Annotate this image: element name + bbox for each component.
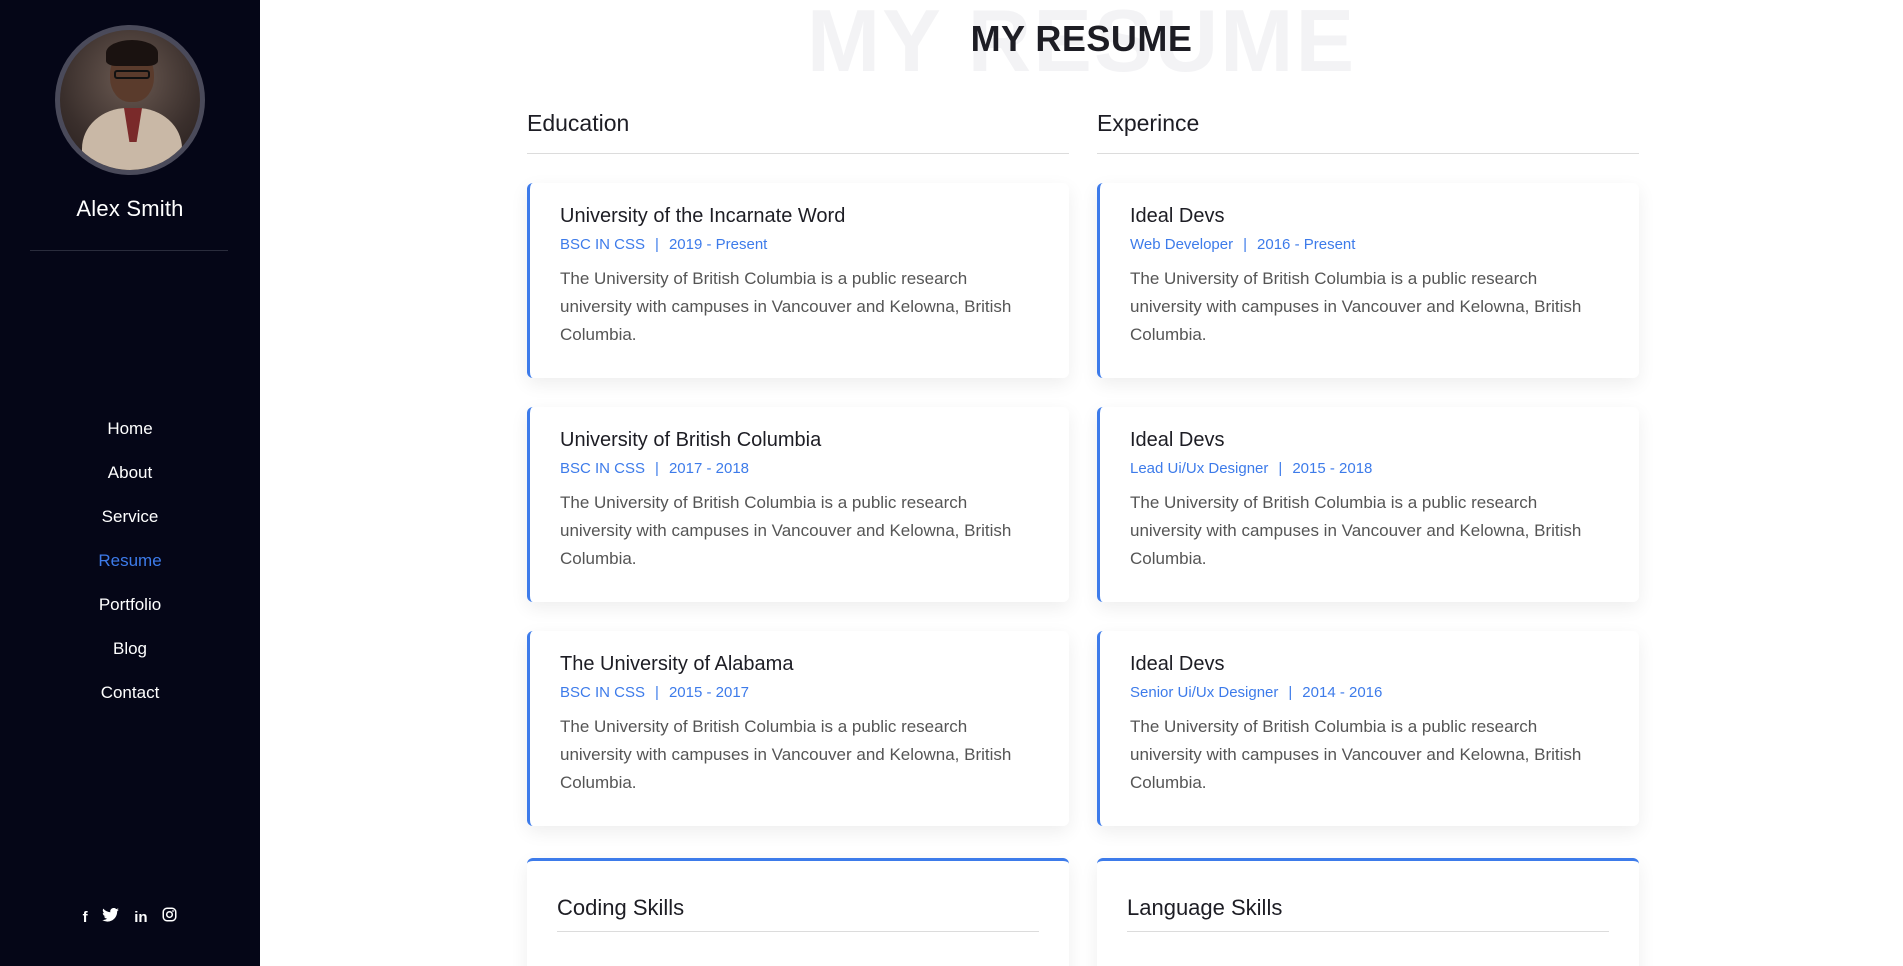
experience-meta: Lead Ui/Ux Designer | 2015 - 2018 [1130,460,1373,477]
experience-role: Web Developer [1130,236,1234,253]
language-skills-divider [1127,931,1609,932]
coding-skills-card: Coding Skills [527,858,1069,966]
instagram-icon[interactable] [162,907,177,926]
education-description: The University of British Columbia is a … [560,269,1012,344]
nav-item-about[interactable]: About [0,459,260,503]
education-title: The University of Alabama [560,653,794,675]
experience-meta: Web Developer | 2016 - Present [1130,236,1356,253]
experience-description: The University of British Columbia is a … [1130,717,1582,792]
profile-name: Alex Smith [76,196,184,221]
sidebar-divider [30,250,228,251]
experience-years: 2014 - 2016 [1302,684,1383,701]
page-title: MY RESUME [970,18,1193,59]
main-content: MY RESUME MY RESUME Education University… [260,0,1903,966]
experience-role: Senior Ui/Ux Designer [1130,684,1279,701]
main-nav: Home About Service Resume Portfolio Blog… [0,415,260,723]
education-years: 2017 - 2018 [668,460,750,477]
experience-card: Ideal Devs Web Developer | 2016 - Present … [1097,183,1639,378]
education-meta: BSC IN CSS | 2015 - 2017 [560,684,750,701]
experience-column: Experince Ideal Devs Web Developer | 2016 … [1097,110,1639,826]
nav-item-service[interactable]: Service [0,503,260,547]
experience-role: Lead Ui/Ux Designer [1130,460,1269,477]
experience-years: 2016 - Present [1257,236,1356,253]
nav-item-portfolio[interactable]: Portfolio [0,591,260,635]
experience-card: Ideal Devs Lead Ui/Ux Designer | 2015 - 20… [1097,407,1639,602]
education-meta: BSC IN CSS | 2017 - 2018 [560,460,750,477]
experience-heading: Experince [1097,110,1200,136]
education-degree: BSC IN CSS [560,684,646,701]
education-divider [527,153,1069,154]
sidebar: Alex Smith Home About Service Resume Por… [0,0,260,966]
language-skills-card: Language Skills [1097,858,1639,966]
education-description: The University of British Columbia is a … [560,493,1012,568]
language-skills-heading: Language Skills [1127,895,1283,920]
experience-meta: Senior Ui/Ux Designer | 2014 - 2016 [1130,684,1383,701]
linkedin-icon[interactable]: in [134,909,147,926]
coding-skills-heading: Coding Skills [557,895,685,920]
education-card: University of the Incarnate Word BSC IN … [527,183,1069,378]
education-title: University of British Columbia [560,429,822,451]
experience-years: 2015 - 2018 [1292,460,1373,477]
education-years: 2019 - Present [668,236,768,253]
education-years: 2015 - 2017 [668,684,750,701]
education-meta: BSC IN CSS | 2019 - Present [560,236,768,253]
experience-card: Ideal Devs Senior Ui/Ux Designer | 2014 - … [1097,631,1639,826]
education-card: University of British Columbia BSC IN CS… [527,407,1069,602]
avatar-glasses [114,70,150,79]
education-heading: Education [527,110,630,136]
education-degree: BSC IN CSS [560,460,646,477]
avatar [55,25,205,175]
education-description: The University of British Columbia is a … [560,717,1012,792]
coding-skills-divider [557,931,1039,932]
experience-description: The University of British Columbia is a … [1130,269,1582,344]
education-card: The University of Alabama BSC IN CSS | 201… [527,631,1069,826]
nav-item-home[interactable]: Home [0,415,260,459]
twitter-icon[interactable] [102,907,120,926]
experience-divider [1097,153,1639,154]
nav-item-blog[interactable]: Blog [0,635,260,679]
nav-item-resume[interactable]: Resume [0,547,260,591]
education-title: University of the Incarnate Word [560,205,846,227]
experience-title: Ideal Devs [1130,653,1225,675]
experience-title: Ideal Devs [1130,205,1225,227]
experience-description: The University of British Columbia is a … [1130,493,1582,568]
education-column: Education University of the Incarnate Wo… [527,110,1069,826]
education-degree: BSC IN CSS [560,236,646,253]
avatar-hair [106,40,158,66]
experience-title: Ideal Devs [1130,429,1225,451]
nav-item-contact[interactable]: Contact [0,679,260,723]
social-links: f in [0,907,260,926]
facebook-icon[interactable]: f [83,909,88,926]
